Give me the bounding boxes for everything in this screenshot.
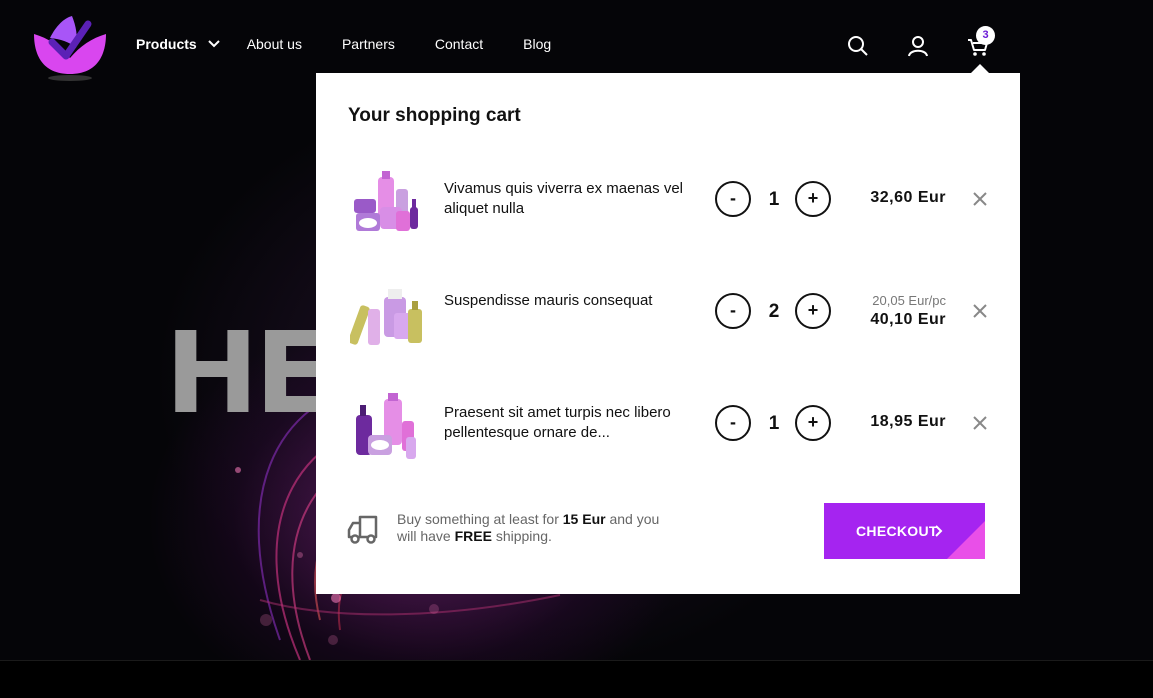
unit-price: 20,05 Eur/pc (872, 293, 946, 308)
chevron-right-icon (935, 525, 943, 537)
brand-logo[interactable] (30, 12, 110, 82)
cart-dropdown-caret (971, 64, 989, 73)
product-image (350, 289, 422, 345)
increase-quantity-button[interactable]: + (795, 293, 831, 329)
main-nav: Products About us Partners Contact Blog (136, 36, 591, 52)
user-icon[interactable] (906, 34, 930, 58)
product-name[interactable]: Suspendisse mauris consequat (444, 291, 684, 311)
nav-item-products[interactable]: Products (136, 36, 197, 52)
decrease-quantity-button[interactable]: - (715, 293, 751, 329)
hero-sparkle (331, 593, 341, 603)
decrease-quantity-button[interactable]: - (715, 181, 751, 217)
checkout-button[interactable]: CHECKOUT (824, 503, 985, 559)
product-image (354, 171, 418, 231)
item-total-price: 40,10 Eur (870, 311, 946, 328)
search-icon[interactable] (846, 34, 870, 58)
close-icon[interactable] (972, 303, 988, 319)
free-shipping-note: Buy something at least for 15 Eur and yo… (397, 511, 677, 545)
hero-sparkle (429, 604, 439, 614)
hero-sparkle (328, 635, 338, 645)
quantity-value: 2 (768, 301, 780, 322)
nav-item-contact[interactable]: Contact (435, 36, 483, 52)
decrease-quantity-button[interactable]: - (715, 405, 751, 441)
increase-quantity-button[interactable]: + (795, 181, 831, 217)
shipping-free-label: FREE (454, 528, 492, 544)
cart-count-badge: 3 (976, 26, 995, 45)
shipping-text-prefix: Buy something at least for (397, 511, 559, 527)
cart-item: Suspendisse mauris consequat - 2 + 20,05… (316, 269, 1020, 359)
cart-title: Your shopping cart (348, 105, 521, 126)
chevron-down-icon[interactable] (207, 37, 221, 51)
cart-item: Praesent sit amet turpis nec libero pell… (316, 381, 1020, 471)
hero-bottom-bar (0, 660, 1153, 698)
item-total-price: 32,60 Eur (870, 189, 946, 206)
product-image (356, 393, 416, 459)
hero-sparkle (260, 614, 272, 626)
cart-item: Vivamus quis viverra ex maenas vel aliqu… (316, 157, 1020, 247)
shipping-text-suffix: shipping. (495, 528, 552, 544)
hero-heading: HE (165, 309, 331, 439)
close-icon[interactable] (972, 191, 988, 207)
quantity-value: 1 (768, 189, 780, 210)
nav-item-about-us[interactable]: About us (247, 36, 302, 52)
hero-sparkle (235, 467, 241, 473)
checkout-button-corner-accent (947, 521, 985, 559)
product-name[interactable]: Vivamus quis viverra ex maenas vel aliqu… (444, 179, 684, 219)
hero-sparkle (297, 552, 303, 558)
shipping-threshold-amount: 15 Eur (562, 511, 606, 527)
nav-item-partners[interactable]: Partners (342, 36, 395, 52)
product-name[interactable]: Praesent sit amet turpis nec libero pell… (444, 403, 684, 443)
close-icon[interactable] (972, 415, 988, 431)
quantity-value: 1 (768, 413, 780, 434)
checkout-button-label: CHECKOUT (856, 523, 938, 539)
shopping-cart-panel: Your shopping cart Vivamus quis viverra … (316, 73, 1020, 594)
item-total-price: 18,95 Eur (870, 413, 946, 430)
increase-quantity-button[interactable]: + (795, 405, 831, 441)
nav-item-blog[interactable]: Blog (523, 36, 551, 52)
truck-icon (347, 515, 378, 544)
